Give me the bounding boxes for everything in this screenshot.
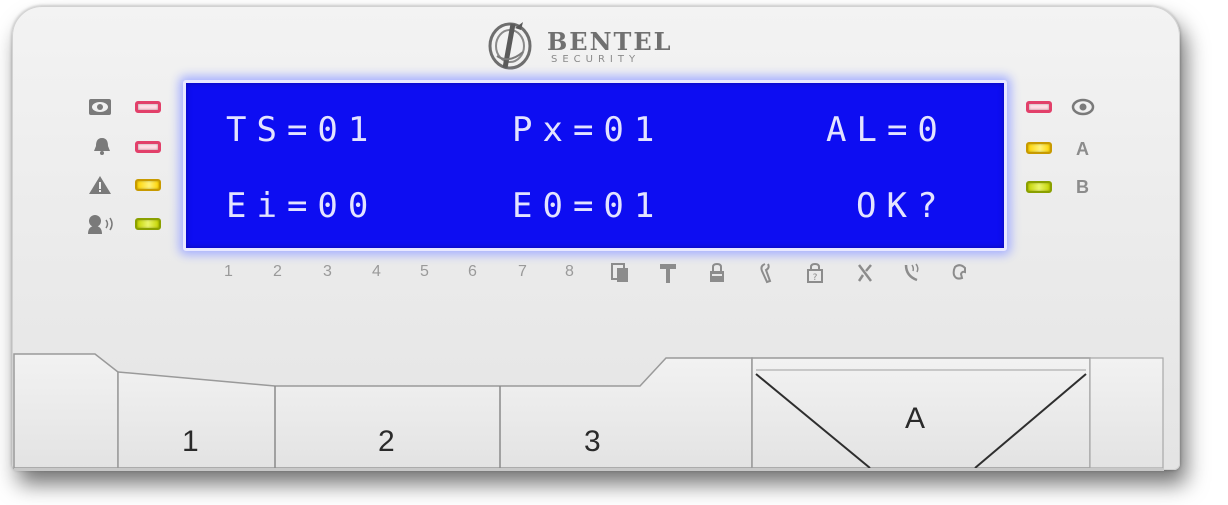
zone-number-1: 1 (224, 263, 233, 280)
status-led-voice (135, 218, 161, 230)
lcd-line2-field1: Ei=00 (226, 186, 379, 226)
zone-number-4: 4 (372, 263, 381, 280)
status-led-armed (135, 101, 161, 113)
key-a-label: A (905, 402, 926, 435)
copy-icon (611, 263, 628, 282)
tools-icon (857, 264, 872, 282)
lcd-display: TS=01 Px=01 AL=0 Ei=00 E0=01 OK? (183, 80, 1007, 251)
status-led-partition-a (1026, 142, 1052, 154)
lcd-line1-field2: Px=01 (512, 110, 665, 150)
hammer-icon (660, 264, 676, 283)
svg-text:?: ? (813, 273, 818, 283)
key-1-label: 1 (182, 425, 199, 458)
bell-icon (94, 138, 110, 155)
help-lock-icon: ? (807, 262, 823, 283)
zone-number-2: 2 (273, 263, 282, 280)
key-2-label: 2 (378, 425, 395, 458)
zone-number-3: 3 (323, 263, 332, 280)
lcd-line2-field3: OK? (856, 186, 948, 226)
lcd-line2-field2: E0=01 (512, 186, 665, 226)
voice-icon (88, 215, 113, 234)
zone-number-8: 8 (565, 263, 574, 280)
key-3-label: 3 (584, 425, 601, 458)
eye-icon (1071, 98, 1095, 116)
brand-subtitle: SECURITY (551, 54, 641, 65)
zone-number-6: 6 (468, 263, 477, 280)
status-led-partition-b (1026, 181, 1052, 193)
status-led-fault (135, 179, 161, 191)
eye-icon (89, 99, 111, 115)
key-3-button[interactable] (501, 388, 752, 468)
lock-icon (710, 262, 724, 282)
warning-icon (89, 176, 111, 194)
handset-icon (952, 264, 966, 280)
brand-logo: BENTEL SECURITY (487, 18, 717, 74)
bentel-logo-icon (488, 22, 532, 70)
partition-label-b: B (1076, 177, 1089, 197)
zone-number-7: 7 (518, 263, 527, 280)
phone-icon (904, 263, 919, 282)
status-led-right-1 (1026, 101, 1052, 113)
partition-label-a: A (1076, 139, 1089, 159)
brand-name: BENTEL (547, 27, 673, 56)
wrench-icon (760, 263, 772, 284)
lcd-line1-field1: TS=01 (226, 110, 379, 150)
lcd-line1-field3: AL=0 (826, 110, 948, 150)
zone-number-5: 5 (420, 263, 429, 280)
status-led-alarm (135, 141, 161, 153)
